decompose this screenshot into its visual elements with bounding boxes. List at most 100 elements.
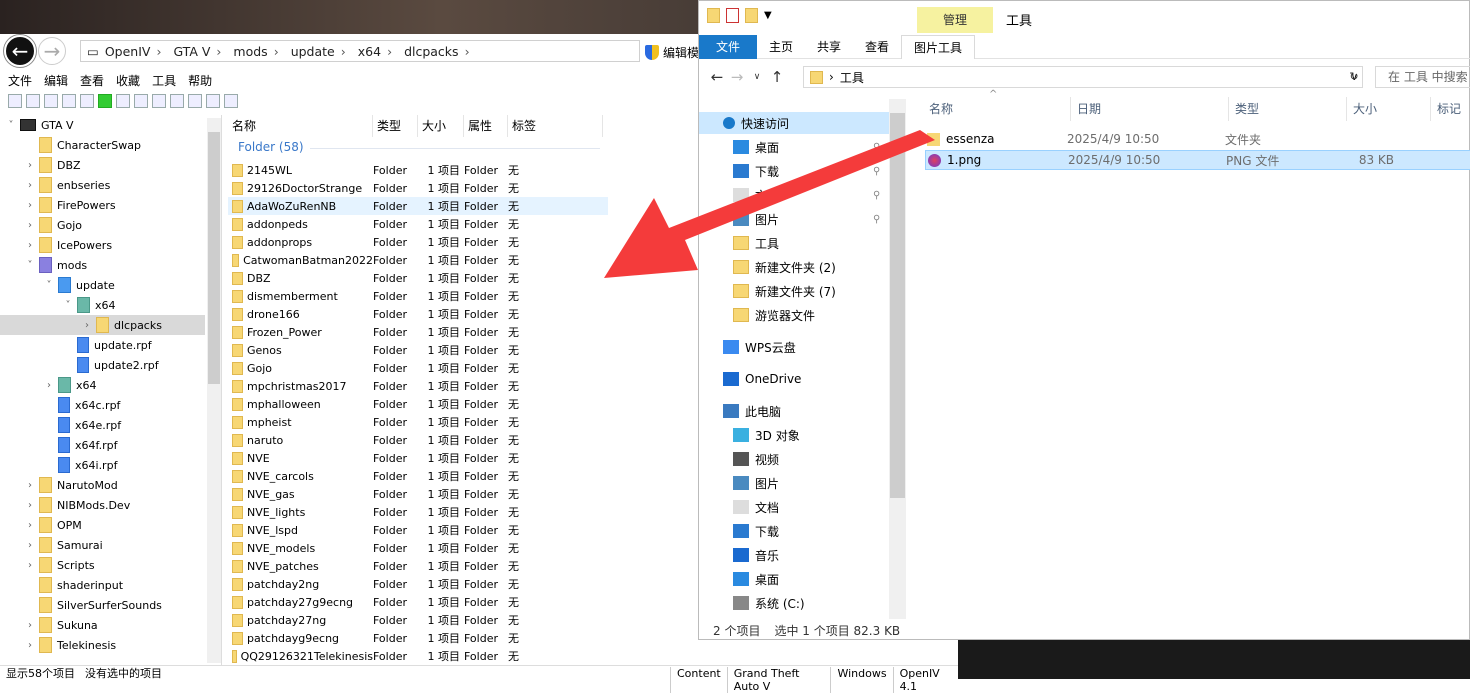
tree-item[interactable]: › DBZ xyxy=(25,155,81,175)
table-row[interactable]: Genos Folder 1 项目 Folder 无 xyxy=(228,341,608,359)
column-header[interactable]: 名称 xyxy=(228,115,373,137)
chevron-icon[interactable]: › xyxy=(25,560,35,571)
table-row[interactable]: addonpeds Folder 1 项目 Folder 无 xyxy=(228,215,608,233)
copy-icon[interactable] xyxy=(206,94,220,108)
table-row[interactable]: naruto Folder 1 项目 Folder 无 xyxy=(228,431,608,449)
chevron-icon[interactable]: › xyxy=(82,320,92,331)
breadcrumb-separator[interactable]: › xyxy=(216,44,221,59)
forward-arrow-icon[interactable]: → xyxy=(727,68,747,86)
table-row[interactable]: mpheist Folder 1 项目 Folder 无 xyxy=(228,413,608,431)
tree-item[interactable]: x64e.rpf xyxy=(44,415,121,435)
chevron-icon[interactable]: ˅ xyxy=(63,300,73,311)
table-row[interactable]: patchday27ng Folder 1 项目 Folder 无 xyxy=(228,611,608,629)
chevron-icon[interactable]: › xyxy=(25,640,35,651)
nav-item[interactable]: 3D 对象 xyxy=(733,424,800,446)
nav-item[interactable]: 音乐 xyxy=(733,544,779,566)
table-row[interactable]: NVE_gas Folder 1 项目 Folder 无 xyxy=(228,485,608,503)
settings-icon[interactable] xyxy=(44,94,58,108)
ribbon-tab[interactable]: 共享 xyxy=(805,35,853,59)
tree-item[interactable]: ˅ GTA V xyxy=(6,115,74,135)
back-button[interactable]: ← xyxy=(4,35,36,67)
breadcrumb[interactable]: ▭ OpenIV › GTA V › mods › update › x64 › dlcpacks › xyxy=(80,40,640,62)
tree-item[interactable]: ˅ x64 xyxy=(63,295,116,315)
chevron-icon[interactable]: › xyxy=(25,520,35,531)
tree-item[interactable]: CharacterSwap xyxy=(25,135,141,155)
table-row[interactable]: mpchristmas2017 Folder 1 项目 Folder 无 xyxy=(228,377,608,395)
chevron-icon[interactable]: ˅ xyxy=(25,260,35,271)
up-arrow-icon[interactable]: ↑ xyxy=(767,68,787,86)
chevron-icon[interactable]: › xyxy=(25,480,35,491)
table-row[interactable]: NVE_carcols Folder 1 项目 Folder 无 xyxy=(228,467,608,485)
nav-item[interactable]: 桌面 xyxy=(733,568,779,590)
tree-item[interactable]: update2.rpf xyxy=(63,355,159,375)
table-row[interactable]: patchday27g9ecng Folder 1 项目 Folder 无 xyxy=(228,593,608,611)
chevron-icon[interactable]: › xyxy=(44,380,54,391)
table-row[interactable]: NVE Folder 1 项目 Folder 无 xyxy=(228,449,608,467)
tree-item[interactable]: x64c.rpf xyxy=(44,395,120,415)
file-row[interactable]: essenza 2025/4/9 10:50 文件夹 xyxy=(925,129,1470,149)
nav-item[interactable]: 系统 (C:) xyxy=(733,592,805,614)
new-icon[interactable] xyxy=(8,94,22,108)
tree-item[interactable]: ˅ update xyxy=(44,275,115,295)
breadcrumb-item[interactable]: GTA V xyxy=(173,44,210,59)
tree-item[interactable]: › Sukuna xyxy=(25,615,98,635)
table-row[interactable]: NVE_patches Folder 1 项目 Folder 无 xyxy=(228,557,608,575)
table-row[interactable]: addonprops Folder 1 项目 Folder 无 xyxy=(228,233,608,251)
nav-item[interactable]: 图片 xyxy=(733,472,779,494)
table-row[interactable]: 2145WL Folder 1 项目 Folder 无 xyxy=(228,161,608,179)
back-arrow-icon[interactable]: ← xyxy=(707,68,727,86)
recent-dropdown-icon[interactable]: ∨ xyxy=(747,72,767,82)
column-header[interactable]: 名称 xyxy=(923,97,1071,121)
refresh-icon[interactable]: ↻ xyxy=(1345,66,1363,88)
tree-item[interactable]: ˅ mods xyxy=(25,255,87,275)
breadcrumb-separator[interactable]: › xyxy=(274,44,279,59)
column-header[interactable]: 类型 xyxy=(1229,97,1347,121)
tab-manage[interactable]: 管理 xyxy=(917,7,993,33)
column-header[interactable]: 日期 xyxy=(1071,97,1229,121)
chevron-icon[interactable]: › xyxy=(25,620,35,631)
table-row[interactable]: CatwomanBatman2022 Folder 1 项目 Folder 无 xyxy=(228,251,608,269)
search-input[interactable]: 在 工具 中搜索 xyxy=(1375,66,1470,88)
table-row[interactable]: dismemberment Folder 1 项目 Folder 无 xyxy=(228,287,608,305)
tree-item[interactable]: › Scripts xyxy=(25,555,95,575)
text-icon[interactable] xyxy=(170,94,184,108)
document-icon[interactable] xyxy=(152,94,166,108)
column-header[interactable]: 标记 xyxy=(1431,97,1470,121)
nav-item[interactable]: 此电脑 xyxy=(723,400,781,422)
check-icon[interactable] xyxy=(62,94,76,108)
tree-item[interactable]: shaderinput xyxy=(25,575,123,595)
forward-button[interactable]: → xyxy=(38,37,66,65)
tree-item[interactable]: › FirePowers xyxy=(25,195,116,215)
import-icon[interactable] xyxy=(188,94,202,108)
tree-item[interactable]: › OPM xyxy=(25,515,82,535)
table-row[interactable]: Frozen_Power Folder 1 项目 Folder 无 xyxy=(228,323,608,341)
tree-item[interactable]: SilverSurferSounds xyxy=(25,595,162,615)
table-row[interactable]: NVE_models Folder 1 项目 Folder 无 xyxy=(228,539,608,557)
table-row[interactable]: DBZ Folder 1 项目 Folder 无 xyxy=(228,269,608,287)
menu-item[interactable]: 收藏 xyxy=(116,72,140,89)
breadcrumb-item[interactable]: OpenIV xyxy=(105,44,151,59)
tree-item[interactable]: › enbseries xyxy=(25,175,110,195)
chevron-icon[interactable]: › xyxy=(25,240,35,251)
ribbon-tab[interactable]: 主页 xyxy=(757,35,805,59)
edit-mode-button[interactable]: 编辑模 xyxy=(645,41,699,63)
menu-item[interactable]: 文件 xyxy=(8,72,32,89)
tree-item[interactable]: › x64 xyxy=(44,375,97,395)
menu-item[interactable]: 工具 xyxy=(152,72,176,89)
chevron-icon[interactable]: › xyxy=(25,160,35,171)
chevron-icon[interactable]: › xyxy=(25,180,35,191)
path-segment[interactable]: 工具 xyxy=(840,69,864,86)
add-icon[interactable] xyxy=(26,94,40,108)
chevron-icon[interactable]: › xyxy=(25,200,35,211)
nav-item[interactable]: WPS云盘 xyxy=(723,336,796,358)
table-row[interactable]: 29126DoctorStrange Folder 1 项目 Folder 无 xyxy=(228,179,608,197)
nav-item[interactable]: 视频 xyxy=(733,448,779,470)
breadcrumb-separator[interactable]: › xyxy=(387,44,392,59)
breadcrumb-separator[interactable]: › xyxy=(465,44,470,59)
table-row[interactable]: drone166 Folder 1 项目 Folder 无 xyxy=(228,305,608,323)
table-row[interactable]: NVE_lights Folder 1 项目 Folder 无 xyxy=(228,503,608,521)
column-header[interactable]: 属性 xyxy=(464,115,508,137)
path-bar[interactable]: › 工具 ∨ xyxy=(803,66,1363,88)
table-row[interactable]: mphalloween Folder 1 项目 Folder 无 xyxy=(228,395,608,413)
column-header[interactable]: 大小 xyxy=(1347,97,1431,121)
